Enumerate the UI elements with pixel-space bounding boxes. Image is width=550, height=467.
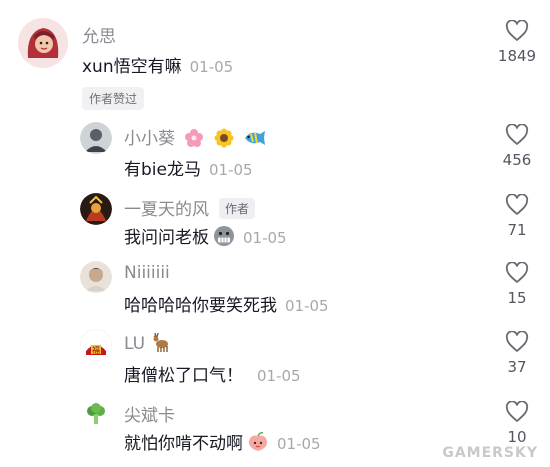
username: LU <box>124 331 171 358</box>
author-tag: 作者 <box>219 198 256 219</box>
heart-icon <box>505 20 529 41</box>
comment-item: 允思 xun悟空有嘛 01-05 作者赞过 1849 <box>0 0 550 115</box>
like-count: 37 <box>507 358 527 376</box>
like-button[interactable]: 10 <box>482 401 550 446</box>
comment-text: 有bie龙马 01-05 <box>124 155 253 180</box>
username-text[interactable]: 一夏天的风 <box>124 200 209 220</box>
avatar[interactable] <box>80 261 112 293</box>
avatar[interactable] <box>80 193 112 225</box>
comment-body: 有bie龙马 <box>124 160 201 180</box>
heart-icon <box>505 262 529 283</box>
comment-text: 我问问老板 01-05 <box>124 223 287 252</box>
comment-body: 就怕你啃不动啊 <box>124 434 243 454</box>
heart-icon <box>505 401 529 422</box>
like-button[interactable]: 37 <box>482 331 550 376</box>
comment-date: 01-05 <box>257 367 301 385</box>
comment-date: 01-05 <box>243 229 287 247</box>
comment-text: 就怕你啃不动啊 01-05 <box>124 429 321 458</box>
comment-item: 一夏天的风 作者 我问问老板 01-05 71 <box>0 187 550 257</box>
avatar[interactable]: 福 <box>80 329 112 361</box>
peach-face-icon <box>247 431 269 458</box>
like-count: 1849 <box>497 47 537 65</box>
comment-text: xun悟空有嘛 01-05 <box>82 52 233 77</box>
username: 一夏天的风 作者 <box>124 195 256 220</box>
comment-item: Niiiiiii 哈哈哈哈你要笑死我 01-05 15 <box>0 257 550 325</box>
author-liked-badge: 作者赞过 <box>82 87 145 110</box>
comment-body: 我问问老板 <box>124 228 209 248</box>
username-text[interactable]: LU <box>124 334 145 354</box>
username[interactable]: Niiiiiii <box>124 263 170 283</box>
comment-item: 小小葵 有bie龙马 01-05 456 <box>0 115 550 187</box>
like-button[interactable]: 1849 <box>482 20 550 65</box>
comment-date: 01-05 <box>208 161 253 179</box>
comment-body: 唐僧松了口气！ <box>124 366 243 386</box>
avatar[interactable] <box>18 18 68 68</box>
fish-icon <box>243 128 267 153</box>
username[interactable]: 尖斌卡 <box>124 401 175 426</box>
comment-date: 01-05 <box>277 435 321 453</box>
svg-text:福: 福 <box>92 346 100 355</box>
avatar[interactable] <box>82 401 110 429</box>
heart-icon <box>505 124 529 145</box>
like-button[interactable]: 71 <box>482 194 550 239</box>
heart-icon <box>505 194 529 215</box>
watermark: GAMERSKY <box>442 445 538 461</box>
comment-body: xun悟空有嘛 <box>82 57 182 77</box>
grimace-face-icon <box>213 225 235 252</box>
heart-icon <box>505 331 529 352</box>
username-text[interactable]: 小小葵 <box>124 129 175 149</box>
like-count: 15 <box>507 289 527 307</box>
cherry-blossom-icon <box>184 128 204 153</box>
username[interactable]: 允思 <box>82 22 116 47</box>
comment-item: 福 LU 唐僧松了口气！ 01-05 37 <box>0 325 550 395</box>
like-count: 71 <box>507 221 527 239</box>
comment-text: 唐僧松了口气！ 01-05 <box>124 361 301 386</box>
like-count: 10 <box>507 428 527 446</box>
sunflower-icon <box>214 128 234 153</box>
comment-date: 01-05 <box>189 58 234 76</box>
comment-body: 哈哈哈哈你要笑死我 <box>124 296 277 316</box>
like-button[interactable]: 15 <box>482 262 550 307</box>
comment-date: 01-05 <box>285 297 329 315</box>
like-count: 456 <box>502 151 532 169</box>
username: 小小葵 <box>124 124 267 153</box>
deer-icon <box>149 331 171 358</box>
like-button[interactable]: 456 <box>482 124 550 169</box>
comment-text: 哈哈哈哈你要笑死我 01-05 <box>124 291 329 316</box>
avatar[interactable] <box>80 122 112 154</box>
